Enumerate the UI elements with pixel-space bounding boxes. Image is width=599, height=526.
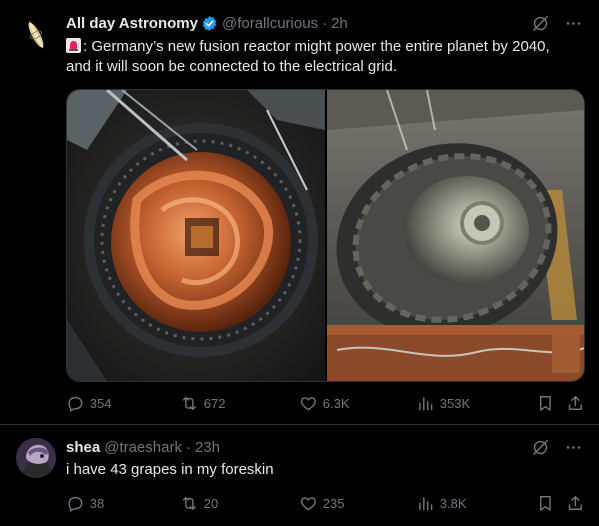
verified-badge-icon <box>202 15 217 31</box>
like-button[interactable]: 235 <box>299 494 344 513</box>
reply-button[interactable]: 38 <box>66 494 104 513</box>
separator: · <box>322 14 328 32</box>
reply-button[interactable]: 354 <box>66 394 111 413</box>
avatar[interactable] <box>16 14 56 54</box>
grok-icon[interactable] <box>531 14 550 33</box>
like-count: 6.3K <box>322 395 350 411</box>
like-icon <box>300 396 316 410</box>
repost-icon <box>182 496 196 510</box>
post-media[interactable] <box>66 89 585 382</box>
author-handle[interactable]: @traeshark <box>104 439 182 456</box>
repost-icon <box>182 396 196 410</box>
reactor-vessel-image[interactable] <box>326 90 584 381</box>
post-header: All day Astronomy @forallcurious · 2h <box>66 13 348 33</box>
views-count: 353K <box>439 395 471 411</box>
more-icon[interactable] <box>564 438 583 457</box>
repost-count: 672 <box>203 395 226 411</box>
post-text-line-1: i have 43 grapes in my foreskin <box>66 461 274 478</box>
repost-count: 20 <box>203 495 219 511</box>
post-text-line-2: and it will soon be connected to the ele… <box>66 58 398 75</box>
repost-button[interactable]: 672 <box>180 394 225 413</box>
views-count: 3.8K <box>439 495 467 511</box>
views-icon <box>419 396 433 410</box>
reply-count: 38 <box>89 495 105 511</box>
bookmark-button[interactable] <box>536 394 555 413</box>
bookmark-button[interactable] <box>536 494 555 513</box>
share-button[interactable] <box>566 394 585 413</box>
reply-icon <box>68 496 83 512</box>
timestamp[interactable]: 2h <box>331 15 348 32</box>
separator: · <box>185 438 191 456</box>
post-header: shea @traeshark · 23h <box>66 437 220 457</box>
avatar[interactable] <box>16 438 56 478</box>
grok-icon[interactable] <box>531 438 550 457</box>
views-icon <box>419 496 433 510</box>
post-text: : Germany’s new fusion reactor might pow… <box>66 37 586 77</box>
share-button[interactable] <box>566 494 585 513</box>
views-button[interactable]: 353K <box>416 394 470 413</box>
alert-light-icon <box>66 38 81 53</box>
bookmark-icon <box>539 395 551 411</box>
timestamp[interactable]: 23h <box>195 439 220 456</box>
share-icon <box>568 495 582 510</box>
reply-icon <box>68 396 83 412</box>
author-name[interactable]: shea <box>66 439 100 456</box>
more-icon[interactable] <box>564 14 583 33</box>
author-handle[interactable]: @forallcurious <box>222 15 318 32</box>
reactor-copper-image[interactable] <box>67 90 325 381</box>
post-text-line-1: : Germany’s new fusion reactor might pow… <box>83 38 550 55</box>
post-astronomy[interactable]: All day Astronomy @forallcurious · 2h : … <box>0 0 599 425</box>
views-button[interactable]: 3.8K <box>416 494 467 513</box>
bookmark-icon <box>539 495 551 511</box>
author-name[interactable]: All day Astronomy <box>66 15 198 32</box>
action-bar: 354 672 6.3K 353K <box>66 393 583 413</box>
reply-count: 354 <box>89 395 112 411</box>
like-count: 235 <box>322 495 345 511</box>
like-icon <box>300 496 316 510</box>
like-button[interactable]: 6.3K <box>299 394 350 413</box>
post-shea[interactable]: shea @traeshark · 23h i have 43 grapes i… <box>0 425 599 526</box>
post-text: i have 43 grapes in my foreskin <box>66 460 586 480</box>
action-bar: 38 20 235 3.8K <box>66 493 583 513</box>
share-icon <box>568 395 582 410</box>
repost-button[interactable]: 20 <box>180 494 218 513</box>
